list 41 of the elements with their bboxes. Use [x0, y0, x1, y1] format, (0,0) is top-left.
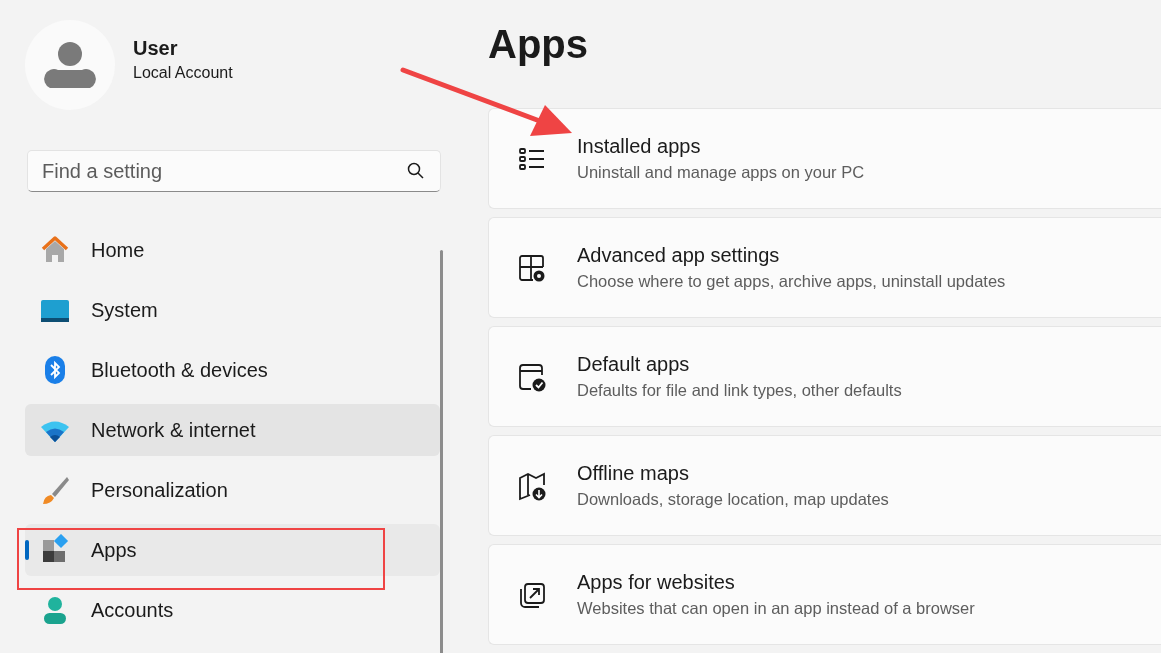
paintbrush-icon	[43, 477, 69, 504]
person-icon	[44, 597, 66, 624]
settings-card[interactable]: Apps for websites Websites that can open in an app instead of a browser	[488, 544, 1161, 645]
account-type: Local Account	[133, 63, 233, 82]
window-gear-icon	[519, 254, 545, 281]
card-title: Apps for websites	[577, 571, 736, 594]
page-title: Apps	[488, 22, 589, 68]
nav-item[interactable]: Personalization	[25, 464, 440, 516]
card-title: Offline maps	[577, 462, 690, 485]
nav-item[interactable]: Accounts	[25, 584, 440, 636]
map-download-icon	[519, 472, 546, 500]
nav-item[interactable]: Bluetooth & devices	[25, 344, 440, 396]
settings-card[interactable]: Advanced app settings Choose where to get apps, archive apps, uninstall updates	[488, 217, 1161, 318]
card-description: Uninstall and manage apps on your PC	[577, 163, 865, 182]
settings-card[interactable]: Default apps Defaults for file and link types, other defaults	[488, 326, 1161, 427]
house-icon	[41, 236, 69, 262]
window-check-icon	[519, 363, 546, 391]
nav-item[interactable]: System	[25, 284, 440, 336]
open-window-icon	[520, 582, 545, 608]
user-name: User	[133, 36, 179, 60]
settings-card[interactable]: Installed apps Uninstall and manage apps on your PC	[488, 108, 1161, 209]
monitor-icon	[41, 300, 69, 322]
nav-item[interactable]: Home	[25, 224, 440, 276]
nav-item[interactable]: Apps	[25, 524, 440, 576]
card-title: Advanced app settings	[577, 244, 781, 267]
settings-card[interactable]: Offline maps Downloads, storage location, map updates	[488, 435, 1161, 536]
card-title: Installed apps	[577, 135, 702, 158]
nav-item[interactable]: Network & internet	[25, 404, 440, 456]
card-title: Default apps	[577, 353, 691, 376]
apps-icon	[43, 534, 69, 562]
card-description: Websites that can open in an app instead of a browser	[577, 599, 975, 618]
scrollbar[interactable]	[440, 250, 443, 653]
card-description: Downloads, storage location, map updates	[577, 490, 889, 509]
search-icon	[407, 162, 425, 180]
selection-indicator	[25, 540, 29, 560]
card-description: Choose where to get apps, archive apps, uninstall updates	[577, 272, 1006, 291]
list-icon	[519, 147, 545, 170]
wifi-icon	[41, 421, 69, 442]
bluetooth-icon	[45, 356, 65, 384]
card-description: Defaults for file and link types, other defaults	[577, 381, 902, 400]
search-field[interactable]: Find a setting	[27, 150, 441, 192]
